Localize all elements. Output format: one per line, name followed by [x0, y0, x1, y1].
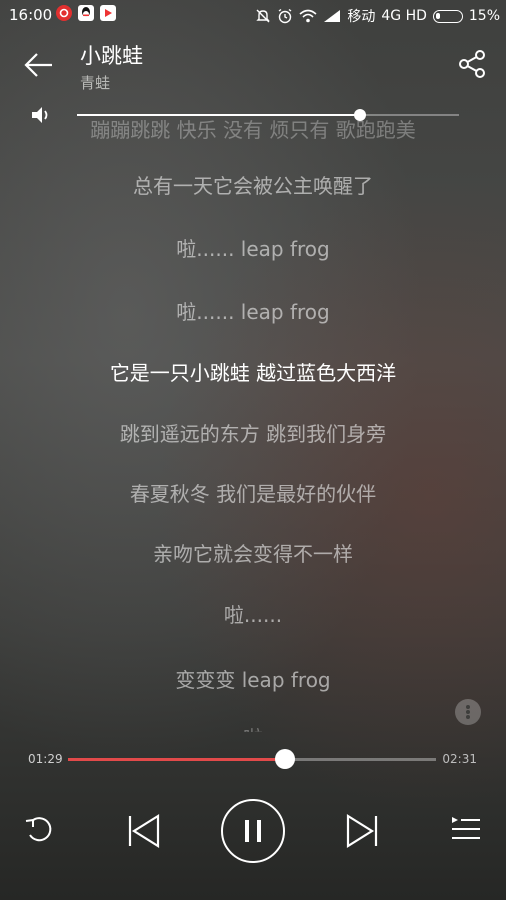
lyric-line-current[interactable]: 它是一只小跳蛙 越过蓝色大西洋 — [0, 357, 506, 386]
status-time: 16:00 — [9, 6, 53, 24]
lyric-line[interactable]: 亲吻它就会变得不一样 — [0, 538, 506, 567]
battery-icon — [432, 9, 463, 23]
netease-news-icon — [56, 5, 72, 21]
qq-icon — [78, 5, 94, 21]
play-store-icon — [100, 5, 116, 21]
player-header: 小跳蛙 青蛙 — [0, 34, 506, 96]
status-indicators: 移动 4G HD 15% — [255, 6, 500, 26]
network-label: 4G HD — [381, 8, 427, 24]
song-title: 小跳蛙 — [80, 44, 143, 68]
seek-fill — [68, 758, 285, 761]
mute-icon — [256, 9, 271, 23]
signal-icon — [324, 10, 341, 22]
lyric-line[interactable]: 总有一天它会被公主唤醒了 — [0, 170, 506, 199]
volume-fill — [77, 114, 360, 116]
share-icon[interactable] — [456, 48, 488, 80]
battery-percent: 15% — [468, 8, 500, 24]
back-arrow-icon[interactable] — [22, 48, 56, 82]
lyric-line[interactable]: 变变变 leap frog — [0, 664, 506, 693]
total-time: 02:31 — [442, 752, 477, 766]
lyrics-panel[interactable]: 蹦蹦跳跳 快乐 没有 烦只有 歌跑跑美 总有一天它会被公主唤醒了 啦...... l… — [0, 120, 506, 732]
playback-progress: 01:29 02:31 — [0, 745, 506, 773]
seek-bar[interactable] — [68, 749, 436, 769]
lyric-line[interactable]: 啦 — [0, 722, 506, 732]
lyric-line[interactable]: 啦...... leap frog — [0, 296, 506, 325]
volume-bar — [0, 102, 506, 128]
playlist-icon[interactable] — [448, 815, 482, 845]
current-time: 01:29 — [28, 752, 63, 766]
seek-thumb[interactable] — [274, 749, 295, 769]
status-bar: 16:00 移动 4G HD 15% — [0, 0, 506, 30]
artist-name[interactable]: 青蛙 — [80, 72, 110, 93]
lyric-line[interactable]: 跳到遥远的东方 跳到我们身旁 — [0, 418, 506, 447]
volume-thumb[interactable] — [353, 109, 366, 121]
lyric-line[interactable]: 春夏秋冬 我们是最好的伙伴 — [0, 478, 506, 507]
notification-icons — [56, 5, 116, 21]
more-options-button[interactable] — [455, 699, 481, 725]
lyric-line[interactable]: 啦...... — [0, 599, 506, 628]
speaker-icon[interactable] — [30, 105, 52, 125]
previous-icon[interactable] — [124, 811, 162, 851]
next-icon[interactable] — [344, 811, 382, 851]
repeat-icon[interactable] — [22, 813, 60, 847]
alarm-icon — [278, 8, 292, 24]
playback-controls — [0, 795, 506, 870]
volume-slider[interactable] — [77, 109, 459, 121]
lyric-line[interactable]: 啦...... leap frog — [0, 233, 506, 262]
pause-icon[interactable] — [220, 798, 286, 864]
carrier-label: 移动 — [347, 9, 376, 25]
wifi-icon — [299, 9, 317, 23]
